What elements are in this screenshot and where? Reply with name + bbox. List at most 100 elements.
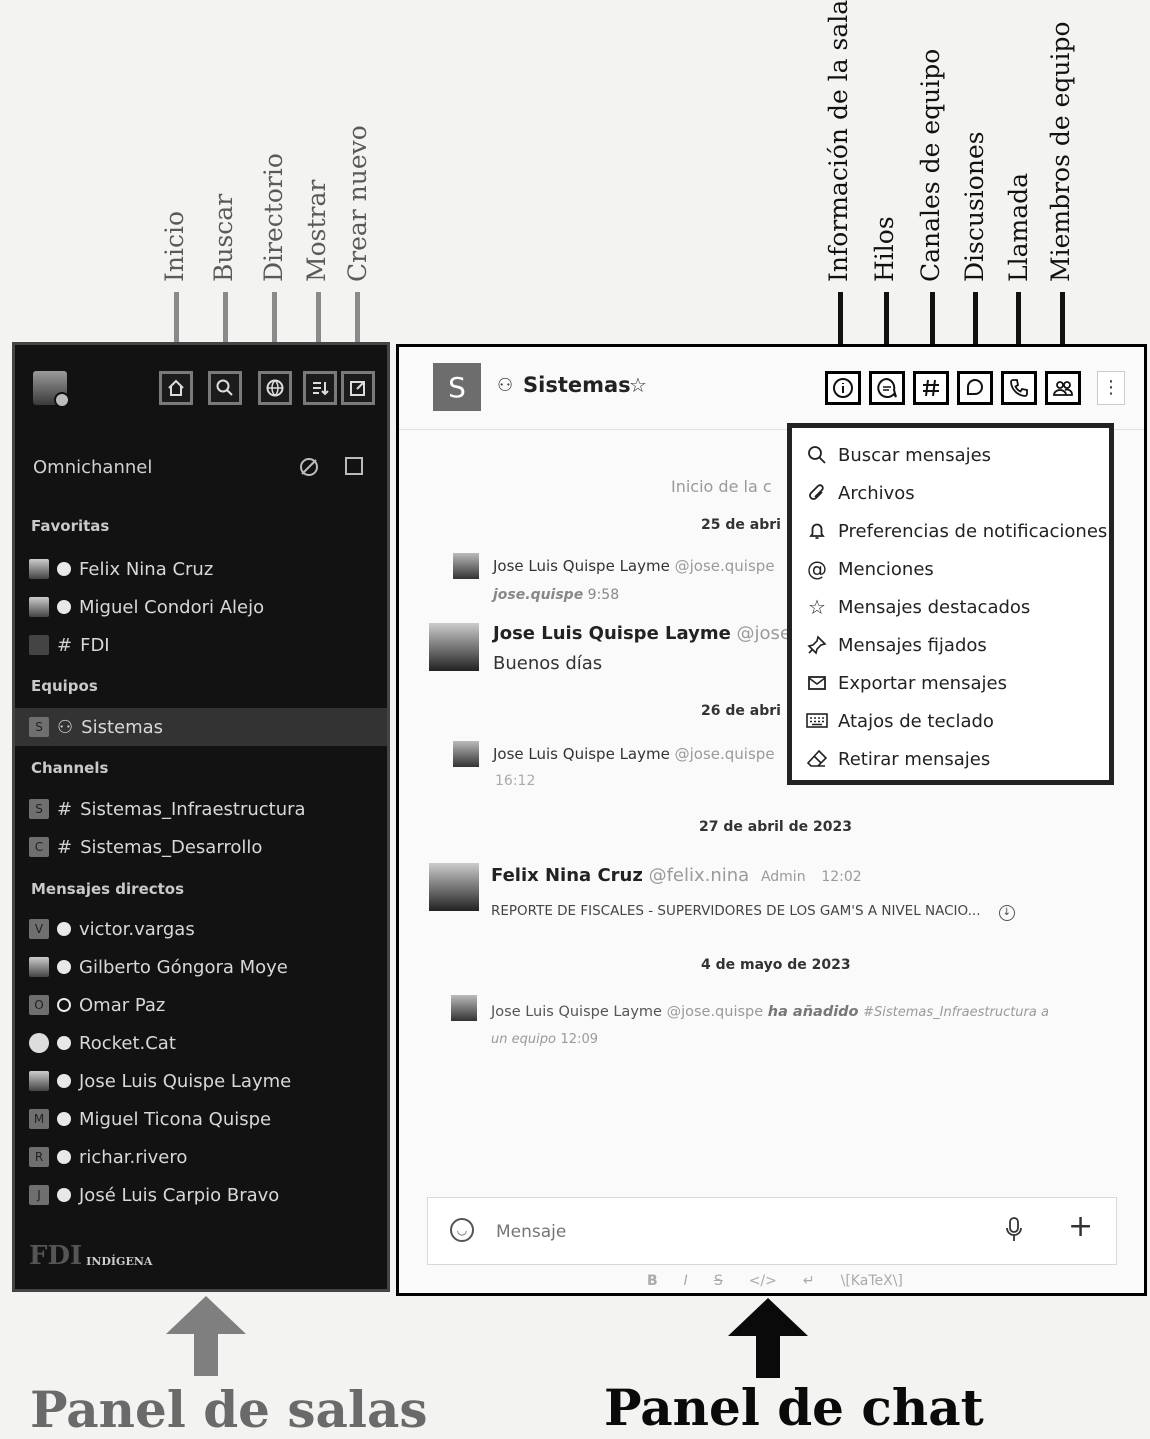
menu-item-export-messages[interactable]: Exportar mensajes <box>806 672 1007 694</box>
status-away-icon <box>57 922 71 936</box>
dm-item[interactable]: J José Luis Carpio Bravo <box>29 1179 279 1211</box>
message-text: Buenos días <box>493 653 603 674</box>
discussion-icon <box>967 379 983 395</box>
dm-item[interactable]: Jose Luis Quispe Layme <box>29 1065 291 1097</box>
room-info-button[interactable] <box>825 371 861 405</box>
omnichannel-toggle-icon[interactable] <box>297 455 321 483</box>
room-label: richar.rivero <box>79 1146 188 1168</box>
dm-item[interactable]: Gilberto Góngora Moye <box>29 951 288 983</box>
room-label: Sistemas_Infraestructura <box>80 798 306 820</box>
room-item-felix[interactable]: Felix Nina Cruz <box>29 553 213 585</box>
annotation-inicio: Inicio <box>160 210 189 282</box>
room-label: Gilberto Góngora Moye <box>79 956 288 978</box>
date-divider: 25 de abri <box>701 517 781 533</box>
plus-icon[interactable]: + <box>1068 1212 1093 1242</box>
microphone-icon[interactable] <box>1004 1216 1024 1248</box>
annotation-hilos: Hilos <box>870 216 899 282</box>
sort-icon <box>313 382 329 396</box>
room-label: Rocket.Cat <box>79 1032 176 1054</box>
emoji-icon[interactable]: ◡ <box>450 1218 474 1242</box>
message-time: 16:12 <box>495 773 536 789</box>
avatar <box>451 995 477 1021</box>
menu-item-starred-messages[interactable]: ☆ Mensajes destacados <box>806 595 1030 619</box>
room-item-sistemas-desarrollo[interactable]: C # Sistemas_Desarrollo <box>29 831 262 863</box>
room-item-sistemas-infraestructura[interactable]: S # Sistemas_Infraestructura <box>29 793 306 825</box>
edit-icon <box>350 381 365 396</box>
menu-item-keyboard-shortcuts[interactable]: Atajos de teclado <box>806 710 994 732</box>
room-item-fdi[interactable]: # FDI <box>29 629 110 661</box>
user-avatar[interactable] <box>33 371 70 408</box>
create-new-button[interactable] <box>341 371 375 405</box>
download-icon[interactable]: ↓ <box>998 905 1015 921</box>
directory-button[interactable] <box>258 371 292 405</box>
team-icon: ⚇ <box>57 716 74 738</box>
date-divider: 4 de mayo de 2023 <box>701 957 851 973</box>
annotation-llamada: Llamada <box>1004 172 1033 282</box>
avatar: V <box>29 919 49 939</box>
globe-icon <box>266 379 284 397</box>
hash-icon: # <box>57 798 73 820</box>
code-button[interactable]: </> <box>749 1273 777 1289</box>
avatar: O <box>29 995 49 1015</box>
room-options-menu: Buscar mensajes Archivos Preferencias de… <box>787 423 1114 785</box>
kebab-menu-button[interactable]: ⋮ <box>1097 371 1125 405</box>
message-header: Jose Luis Quispe Layme @jose.quispe <box>493 745 775 763</box>
room-item-sistemas[interactable]: S ⚇ Sistemas <box>29 711 163 743</box>
strike-button[interactable]: S <box>714 1273 723 1289</box>
dm-item[interactable]: O Omar Paz <box>29 989 165 1021</box>
avatar <box>29 957 49 977</box>
room-label: Miguel Condori Alejo <box>79 596 265 618</box>
message-attachment[interactable]: REPORTE DE FISCALES - SUPERVIDORES DE LO… <box>491 903 1015 921</box>
call-button[interactable] <box>1001 371 1037 405</box>
avatar <box>29 1071 49 1091</box>
status-offline-icon <box>57 998 71 1012</box>
avatar: S <box>29 717 49 737</box>
room-avatar: S <box>433 363 481 411</box>
message-input[interactable] <box>494 1216 978 1248</box>
dm-item[interactable]: R richar.rivero <box>29 1141 187 1173</box>
annotation-discusiones: Discusiones <box>960 131 989 282</box>
display-button[interactable] <box>303 371 337 405</box>
annotation-crear-nuevo: Crear nuevo <box>343 125 372 282</box>
dm-item[interactable]: M Miguel Ticona Quispe <box>29 1103 271 1135</box>
italic-button[interactable]: I <box>684 1273 688 1289</box>
avatar <box>29 559 49 579</box>
menu-item-files[interactable]: Archivos <box>806 482 915 504</box>
menu-item-mentions[interactable]: @ Menciones <box>806 557 934 581</box>
menu-item-search-messages[interactable]: Buscar mensajes <box>806 444 991 466</box>
date-divider: 26 de abri <box>701 703 781 719</box>
team-members-button[interactable] <box>1045 371 1081 405</box>
room-item-miguel-condori[interactable]: Miguel Condori Alejo <box>29 591 264 623</box>
threads-button[interactable] <box>869 371 905 405</box>
kebab-icon: ⋮ <box>1102 377 1120 398</box>
menu-item-prune-messages[interactable]: Retirar mensajes <box>806 748 990 770</box>
omnichannel-contact-icon[interactable] <box>345 457 363 475</box>
favorite-star-icon[interactable]: ☆ <box>629 373 647 397</box>
message-composer: ◡ + <box>427 1197 1117 1265</box>
section-direct-messages: Mensajes directos <box>31 880 185 898</box>
menu-item-pinned-messages[interactable]: Mensajes fijados <box>806 634 987 656</box>
katex-button[interactable]: \[KaTeX\] <box>841 1273 903 1289</box>
dm-item[interactable]: V victor.vargas <box>29 913 195 945</box>
search-button[interactable] <box>208 371 242 405</box>
system-message: Jose Luis Quispe Layme @jose.quispe ha a… <box>491 1004 1049 1047</box>
avatar: R <box>29 1147 49 1167</box>
avatar: M <box>29 1109 49 1129</box>
conversation-start: Inicio de la c <box>671 477 772 496</box>
members-icon <box>1053 381 1073 396</box>
search-icon <box>806 444 828 466</box>
multiline-button[interactable]: ↵ <box>803 1273 815 1289</box>
home-button[interactable] <box>159 371 193 405</box>
avatar: C <box>29 837 49 857</box>
info-icon <box>833 378 853 398</box>
bold-button[interactable]: B <box>647 1273 658 1289</box>
dm-item[interactable]: Rocket.Cat <box>29 1027 176 1059</box>
panel-salas-label: Panel de salas <box>30 1380 428 1439</box>
menu-item-notification-preferences[interactable]: Preferencias de notificaciones <box>806 520 1107 542</box>
team-icon: ⚇ <box>497 375 514 396</box>
discussions-button[interactable] <box>957 371 993 405</box>
team-channels-button[interactable] <box>913 371 949 405</box>
chat-panel: S ⚇ Sistemas ☆ ⋮ Inicio de la c 25 de ab… <box>396 344 1147 1296</box>
status-away-icon <box>57 1188 71 1202</box>
format-toolbar: B I S </> ↵ \[KaTeX\] <box>647 1273 903 1289</box>
